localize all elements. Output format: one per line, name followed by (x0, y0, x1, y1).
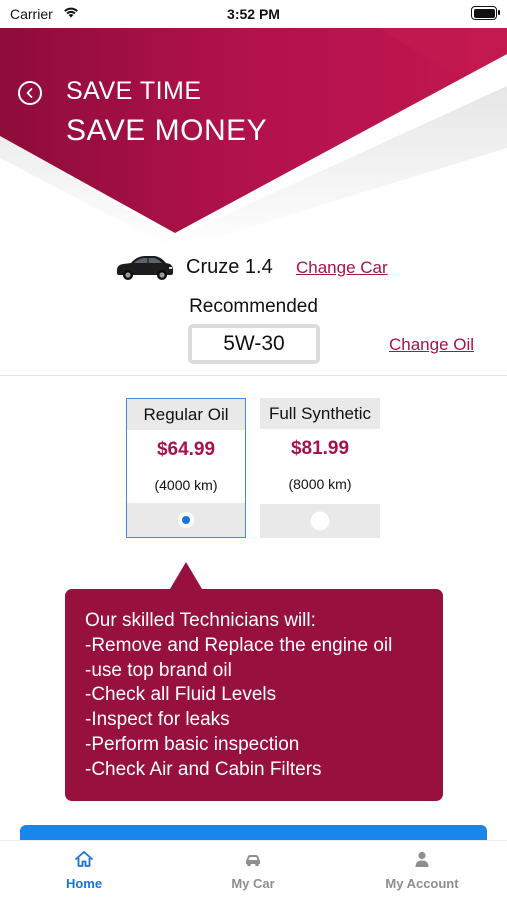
clock: 3:52 PM (227, 6, 280, 22)
car-icon (113, 250, 175, 282)
vehicle-name: Cruze 1.4 (186, 256, 273, 278)
battery-icon (471, 6, 500, 20)
oil-grade-display: 5W-30 (188, 324, 320, 364)
divider (0, 375, 507, 376)
option-full-synthetic[interactable]: Full Synthetic $81.99 (8000 km) (260, 398, 380, 538)
tab-label: Home (65, 876, 103, 891)
bubble-pointer (170, 562, 202, 589)
tab-my-account[interactable]: My Account (362, 850, 482, 891)
service-detail-line: -Inspect for leaks (85, 709, 230, 731)
service-detail-line: -Perform basic inspection (85, 733, 300, 755)
service-detail-line: Our skilled Technicians will: (85, 610, 316, 631)
banner-headline: SAVE TIME (66, 77, 202, 105)
option-regular-oil[interactable]: Regular Oil $64.99 (4000 km) (126, 398, 246, 538)
service-detail-line: -Remove and Replace the engine oil (85, 634, 393, 656)
status-bar: Carrier 3:52 PM (0, 0, 507, 28)
radio-unselected[interactable] (310, 511, 330, 531)
change-oil-link[interactable]: Change Oil (389, 335, 474, 355)
tab-label: My Car (231, 876, 275, 891)
car-icon (246, 855, 260, 867)
tab-label: My Account (385, 876, 459, 891)
tab-my-car[interactable]: My Car (193, 850, 313, 891)
tab-bar: Home My Car My Account (0, 840, 507, 900)
change-car-link[interactable]: Change Car (296, 258, 388, 278)
option-radio-area[interactable] (260, 504, 380, 538)
service-detail-line: -Check all Fluid Levels (85, 684, 277, 706)
service-detail-line: -use top brand oil (85, 659, 232, 681)
option-radio-area[interactable] (127, 503, 245, 537)
radio-dot (182, 516, 190, 524)
banner-subheadline: SAVE MONEY (66, 114, 268, 147)
back-button[interactable] (18, 81, 42, 105)
option-price: $64.99 (156, 439, 216, 460)
tab-home[interactable]: Home (24, 850, 144, 891)
option-price: $81.99 (290, 438, 350, 459)
service-details-bubble: Our skilled Technicians will: -Remove an… (65, 589, 443, 801)
radio-selected[interactable] (178, 512, 194, 528)
recommended-label: Recommended (189, 296, 318, 317)
option-name: Regular Oil (127, 399, 245, 430)
promo-banner: SAVE TIME SAVE MONEY (0, 28, 507, 248)
option-interval: (8000 km) (288, 476, 352, 492)
home-icon (75, 851, 93, 867)
person-icon (415, 851, 429, 867)
service-detail-line: -Check Air and Cabin Filters (85, 758, 322, 780)
chevron-left-icon (26, 88, 33, 98)
option-interval: (4000 km) (154, 477, 218, 493)
option-name: Full Synthetic (260, 398, 380, 429)
